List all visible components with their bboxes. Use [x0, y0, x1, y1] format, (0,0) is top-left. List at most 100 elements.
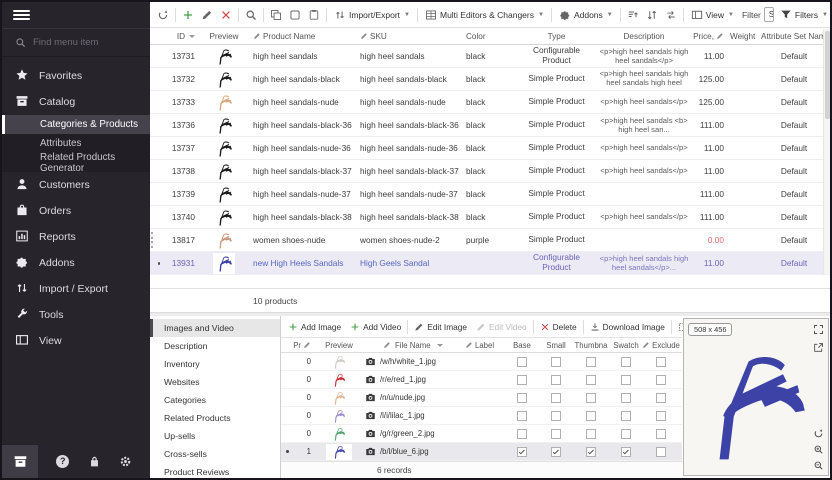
sidebar-search[interactable]: Find menu item	[2, 28, 150, 57]
exclude-checkbox[interactable]	[656, 429, 666, 439]
thumbnail-checkbox[interactable]	[586, 393, 596, 403]
image-row[interactable]: 1/b/l/blue_6.jpg	[281, 443, 682, 461]
small-checkbox[interactable]	[551, 375, 561, 385]
edit-icon[interactable]	[199, 7, 215, 23]
base-checkbox[interactable]	[517, 357, 527, 367]
fullscreen-icon[interactable]	[813, 324, 824, 335]
product-row[interactable]: 13731high heel sandalshigh heel sandalsb…	[150, 45, 830, 68]
swatch-checkbox[interactable]	[621, 411, 631, 421]
thumbnail-checkbox[interactable]	[586, 357, 596, 367]
category-filter-select[interactable]: Show products from selected categories ▼	[764, 7, 774, 22]
product-row[interactable]: 13737high heel sandals-nude-36high heel …	[150, 137, 830, 160]
tab-related-products[interactable]: Related Products	[150, 409, 280, 427]
sidebar-item-view[interactable]: View	[2, 328, 150, 354]
swatch-checkbox[interactable]	[621, 393, 631, 403]
thumbnail-checkbox[interactable]	[586, 447, 596, 457]
panel-splitter-handle[interactable]	[151, 232, 157, 248]
column-header-file-name[interactable]: File Name	[365, 341, 465, 350]
column-header-description[interactable]: Description	[596, 32, 692, 41]
thumbnail-checkbox[interactable]	[586, 375, 596, 385]
refresh-icon[interactable]	[155, 7, 171, 23]
tab-images-and-video[interactable]: Images and Video	[150, 319, 280, 337]
product-row[interactable]: 13736high heel sandals-black-36high heel…	[150, 114, 830, 137]
product-row[interactable]: 13732high heel sandals-blackhigh heel sa…	[150, 68, 830, 91]
select-icon[interactable]	[287, 7, 303, 23]
column-header-preview[interactable]: Preview	[198, 32, 250, 41]
small-checkbox[interactable]	[551, 411, 561, 421]
column-header-attribute-set[interactable]: Attribute Set Name	[758, 32, 830, 41]
swatch-checkbox[interactable]	[621, 375, 631, 385]
product-row[interactable]: 13931new High Heels SandalsHigh Geels Sa…	[150, 252, 830, 275]
tab-websites[interactable]: Websites	[150, 373, 280, 391]
image-row[interactable]: 0/l/i/lilac_1.jpg	[281, 407, 682, 425]
sidebar-item-import-export[interactable]: Import / Export	[2, 276, 150, 302]
add-image-button[interactable]: Add Image	[284, 320, 345, 334]
column-header-id[interactable]: ID	[163, 32, 198, 41]
product-row[interactable]: 13738high heel sandals-black-37high heel…	[150, 160, 830, 183]
column-header-thumbnail[interactable]: Thumbna	[573, 341, 609, 350]
swap-icon[interactable]	[663, 7, 679, 23]
exclude-checkbox[interactable]	[656, 375, 666, 385]
image-row[interactable]: 0/r/e/red_1.jpg	[281, 371, 682, 389]
column-header-preview[interactable]: Preview	[313, 341, 365, 350]
add-icon[interactable]	[180, 7, 196, 23]
base-checkbox[interactable]	[517, 375, 527, 385]
tab-up-sells[interactable]: Up-sells	[150, 427, 280, 445]
tab-cross-sells[interactable]: Cross-sells	[150, 445, 280, 463]
column-header-base[interactable]: Base	[505, 341, 539, 350]
product-row[interactable]: 13817women shoes-nudewomen shoes-nude-2p…	[150, 229, 830, 252]
sidebar-item-addons[interactable]: Addons	[2, 250, 150, 276]
delete-button[interactable]: Delete	[536, 320, 581, 334]
tab-categories[interactable]: Categories	[150, 391, 280, 409]
scrollbar-thumb[interactable]	[825, 31, 830, 119]
zoom-in-icon[interactable]	[813, 444, 824, 455]
view-menu-button[interactable]: View▼	[688, 7, 737, 23]
sidebar-item-orders[interactable]: Orders	[2, 198, 150, 224]
sidebar-item-related-products-generator[interactable]: Related Products Generator	[2, 153, 150, 172]
base-checkbox[interactable]	[517, 393, 527, 403]
image-row[interactable]: 0/n/u/nude.jpg	[281, 389, 682, 407]
download-image-button[interactable]: Download Image	[586, 320, 669, 334]
search-icon[interactable]	[243, 7, 259, 23]
column-header-color[interactable]: Color	[463, 32, 517, 41]
zoom-out-icon[interactable]	[813, 460, 824, 471]
column-header-type[interactable]: Type	[517, 32, 596, 41]
multi-editors-menu-button[interactable]: Multi Editors & Changers▼	[422, 7, 547, 23]
column-header-swatch[interactable]: Swatch	[609, 341, 643, 350]
product-row[interactable]: 13739high heel sandals-nude-37high heel …	[150, 183, 830, 206]
product-row[interactable]: 13733high heel sandals-nudehigh heel san…	[150, 91, 830, 114]
product-row[interactable]: 13740high heel sandals-black-38high heel…	[150, 206, 830, 229]
image-row[interactable]: 0/g/r/green_2.jpg	[281, 425, 682, 443]
small-checkbox[interactable]	[551, 393, 561, 403]
add-video-button[interactable]: Add Video	[346, 320, 405, 334]
small-checkbox[interactable]	[551, 357, 561, 367]
import-export-menu-button[interactable]: Import/Export▼	[331, 7, 413, 23]
column-header-sku[interactable]: SKU	[357, 32, 463, 41]
column-header-label[interactable]: Label	[465, 341, 505, 350]
lock-icon[interactable]	[88, 455, 101, 468]
exclude-checkbox[interactable]	[656, 447, 666, 457]
small-checkbox[interactable]	[551, 429, 561, 439]
exclude-checkbox[interactable]	[656, 393, 666, 403]
column-header-exclude[interactable]: Exclude	[643, 341, 679, 350]
image-row[interactable]: 0/w/h/white_1.jpg	[281, 353, 682, 371]
sidebar-bottom-archive-button[interactable]	[2, 445, 38, 478]
open-external-icon[interactable]	[813, 342, 824, 353]
sidebar-item-catalog[interactable]: Catalog	[2, 89, 150, 115]
sidebar-item-customers[interactable]: Customers	[2, 172, 150, 198]
copy-icon[interactable]	[268, 7, 284, 23]
help-icon[interactable]	[56, 455, 69, 468]
gear-icon[interactable]	[119, 455, 132, 468]
sort-asc-icon[interactable]	[625, 7, 641, 23]
rotate-icon[interactable]	[813, 428, 824, 439]
column-header-weight[interactable]: Weight	[727, 32, 758, 41]
filters-button[interactable]: Filters▼	[777, 7, 831, 23]
exclude-checkbox[interactable]	[656, 411, 666, 421]
small-checkbox[interactable]	[551, 447, 561, 457]
sidebar-item-categories-products[interactable]: Categories & Products	[2, 115, 150, 134]
swatch-checkbox[interactable]	[621, 357, 631, 367]
grid-scrollbar[interactable]	[823, 29, 830, 274]
thumbnail-checkbox[interactable]	[586, 429, 596, 439]
thumbnail-checkbox[interactable]	[586, 411, 596, 421]
tab-description[interactable]: Description	[150, 337, 280, 355]
